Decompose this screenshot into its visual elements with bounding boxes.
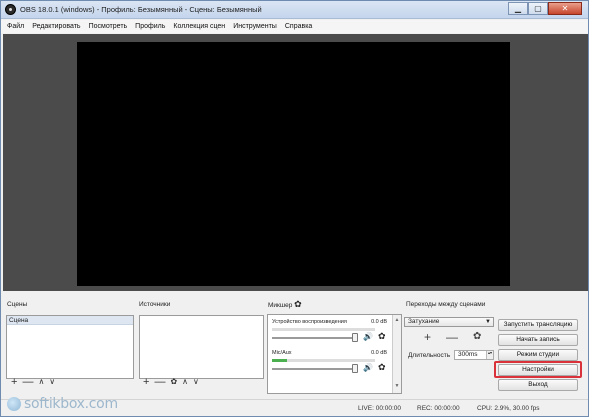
start-streaming-button[interactable]: Запустить трансляцию: [498, 319, 578, 331]
gear-icon[interactable]: ✿: [378, 331, 386, 342]
title-bar[interactable]: OBS 18.0.1 (windows) - Профиль: Безымянн…: [1, 1, 588, 19]
spin-arrows-icon[interactable]: ▴▾: [486, 351, 493, 359]
add-transition-button[interactable]: +: [424, 331, 431, 343]
transitions-dock-title: Переходы между сценами: [406, 301, 486, 308]
duration-value: 300ms: [458, 351, 478, 358]
preview-area: [3, 34, 588, 291]
remove-transition-button[interactable]: —: [446, 331, 458, 343]
transition-select-value: Затухание: [408, 318, 440, 325]
studio-mode-button[interactable]: Режим студии: [498, 349, 578, 361]
menu-bar: Файл Редактировать Посмотреть Профиль Ко…: [1, 20, 588, 33]
slider-handle[interactable]: [352, 364, 358, 373]
obs-logo-icon: [5, 4, 16, 15]
volume-slider[interactable]: [272, 364, 358, 373]
scenes-list[interactable]: Сцена: [6, 315, 134, 379]
menu-tools[interactable]: Инструменты: [233, 20, 277, 33]
move-source-down-button[interactable]: ∨: [193, 377, 199, 387]
cpu-fps-status: CPU: 2.9%, 30.00 fps: [477, 405, 540, 412]
remove-source-button[interactable]: —: [154, 377, 165, 388]
menu-file[interactable]: Файл: [7, 20, 24, 33]
menu-edit[interactable]: Редактировать: [32, 20, 80, 33]
start-recording-button[interactable]: Начать запись: [498, 334, 578, 346]
obs-main-window: OBS 18.0.1 (windows) - Профиль: Безымянн…: [0, 0, 589, 417]
duration-input[interactable]: 300ms ▴▾: [454, 350, 494, 360]
volume-meter: [272, 359, 375, 362]
watermark-text: softikbox.com: [24, 396, 118, 412]
maximize-button[interactable]: ▢: [528, 2, 548, 15]
menu-profile[interactable]: Профиль: [135, 20, 165, 33]
mixer-title-text: Микшер: [268, 302, 293, 309]
slider-handle[interactable]: [352, 333, 358, 342]
move-scene-down-button[interactable]: ∨: [49, 377, 55, 387]
chevron-down-icon: ▼: [485, 319, 491, 325]
menu-scene-collection[interactable]: Коллекция сцен: [173, 20, 225, 33]
add-scene-button[interactable]: +: [11, 377, 17, 388]
close-button[interactable]: ✕: [548, 2, 582, 15]
mixer-dock-title: Микшер ✿: [268, 299, 302, 310]
speaker-icon[interactable]: 🔊: [363, 332, 373, 341]
add-source-button[interactable]: +: [143, 377, 149, 388]
exit-button[interactable]: Выход: [498, 379, 578, 391]
window-title: OBS 18.0.1 (windows) - Профиль: Безымянн…: [20, 5, 262, 14]
settings-highlight: [494, 361, 582, 378]
track-name: Mic/Aux: [272, 350, 292, 356]
list-item[interactable]: Сцена: [7, 316, 133, 325]
rec-timer: REC: 00:00:00: [417, 405, 460, 412]
scroll-down-arrow-icon[interactable]: ▼: [393, 383, 401, 389]
live-timer: LIVE: 00:00:00: [358, 405, 402, 412]
sources-list[interactable]: [139, 315, 264, 379]
remove-scene-button[interactable]: —: [22, 377, 33, 388]
transition-select[interactable]: Затухание ▼: [404, 317, 494, 327]
scroll-up-arrow-icon[interactable]: ▲: [393, 317, 401, 323]
move-source-up-button[interactable]: ∧: [182, 377, 188, 387]
source-settings-gear-icon[interactable]: ✿: [170, 377, 177, 387]
dock-labels: Сцены Источники Микшер ✿ Переходы между …: [1, 299, 588, 311]
preview-canvas[interactable]: [77, 42, 510, 286]
cloud-logo-icon: [7, 397, 21, 411]
speaker-icon[interactable]: 🔊: [363, 363, 373, 372]
meter-fill: [272, 359, 288, 362]
menu-help[interactable]: Справка: [285, 20, 312, 33]
menu-view[interactable]: Посмотреть: [89, 20, 128, 33]
transition-toolbar: + — ✿: [424, 331, 496, 343]
sources-dock-title: Источники: [139, 301, 171, 308]
track-db: 0.0 dB: [371, 350, 387, 356]
sources-toolbar: + — ✿ ∧ ∨: [143, 377, 204, 388]
audio-mixer: Устройство воспроизведения 0.0 dB 🔊 ✿ Mi…: [267, 314, 402, 394]
track-name: Устройство воспроизведения: [272, 319, 347, 325]
window-controls: ▁ ▢ ✕: [508, 2, 582, 15]
gear-icon[interactable]: ✿: [294, 299, 302, 309]
mixer-scrollbar[interactable]: ▲ ▼: [392, 315, 401, 393]
duration-label: Длительность: [408, 352, 451, 359]
watermark: softikbox.com: [7, 396, 118, 412]
scenes-dock-title: Сцены: [7, 301, 28, 308]
track-db: 0.0 dB: [371, 319, 387, 325]
scenes-toolbar: + — ∧ ∨: [11, 377, 60, 388]
move-scene-up-button[interactable]: ∧: [38, 377, 44, 387]
transition-settings-gear-icon[interactable]: ✿: [473, 331, 481, 343]
volume-slider[interactable]: [272, 333, 358, 342]
gear-icon[interactable]: ✿: [378, 362, 386, 373]
minimize-button[interactable]: ▁: [508, 2, 528, 15]
volume-meter: [272, 328, 375, 331]
